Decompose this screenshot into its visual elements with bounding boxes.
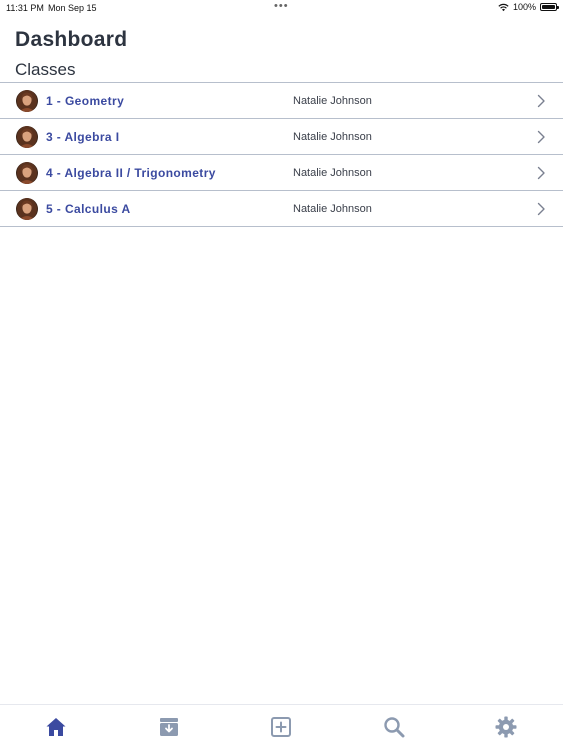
class-name: 4 - Algebra II / Trigonometry: [46, 166, 216, 180]
tab-home[interactable]: [44, 715, 68, 739]
class-row[interactable]: 5 - Calculus A Natalie Johnson: [0, 191, 563, 227]
status-time: 11:31 PM: [6, 3, 44, 13]
dashboard-screen: 11:31 PM Mon Sep 15 ••• 100% Dashboard C…: [0, 0, 563, 750]
page-title: Dashboard: [15, 28, 128, 51]
tab-bar: [0, 704, 563, 750]
tab-search[interactable]: [382, 715, 406, 739]
class-row[interactable]: 3 - Algebra I Natalie Johnson: [0, 119, 563, 155]
teacher-name: Natalie Johnson: [293, 95, 372, 107]
avatar: [16, 90, 38, 112]
status-indicators: 100%: [498, 2, 559, 12]
chevron-right-icon: [537, 130, 545, 144]
teacher-name: Natalie Johnson: [293, 131, 372, 143]
search-icon: [384, 717, 405, 738]
add-icon: [271, 717, 291, 737]
teacher-name: Natalie Johnson: [293, 203, 372, 215]
home-icon: [46, 718, 66, 736]
inbox-icon: [160, 718, 178, 736]
class-name: 3 - Algebra I: [46, 130, 120, 144]
chevron-right-icon: [537, 94, 545, 108]
tab-settings[interactable]: [494, 715, 518, 739]
status-bar: 11:31 PM Mon Sep 15 ••• 100%: [0, 0, 563, 16]
tab-add[interactable]: [269, 715, 293, 739]
class-row[interactable]: 1 - Geometry Natalie Johnson: [0, 83, 563, 119]
avatar: [16, 162, 38, 184]
avatar: [16, 198, 38, 220]
teacher-name: Natalie Johnson: [293, 167, 372, 179]
chevron-right-icon: [537, 202, 545, 216]
class-row[interactable]: 4 - Algebra II / Trigonometry Natalie Jo…: [0, 155, 563, 191]
wifi-icon: [498, 3, 509, 11]
tab-inbox[interactable]: [157, 715, 181, 739]
battery-percent: 100%: [512, 2, 536, 12]
chevron-right-icon: [537, 166, 545, 180]
status-date: Mon Sep 15: [48, 3, 97, 13]
class-list: 1 - Geometry Natalie Johnson 3 - Algebra…: [0, 82, 563, 227]
class-name: 5 - Calculus A: [46, 202, 131, 216]
multitasking-dots-icon[interactable]: •••: [274, 0, 289, 12]
class-name: 1 - Geometry: [46, 94, 125, 108]
gear-icon: [495, 716, 517, 738]
section-title: Classes: [15, 60, 76, 79]
avatar: [16, 126, 38, 148]
battery-icon: [540, 3, 559, 11]
